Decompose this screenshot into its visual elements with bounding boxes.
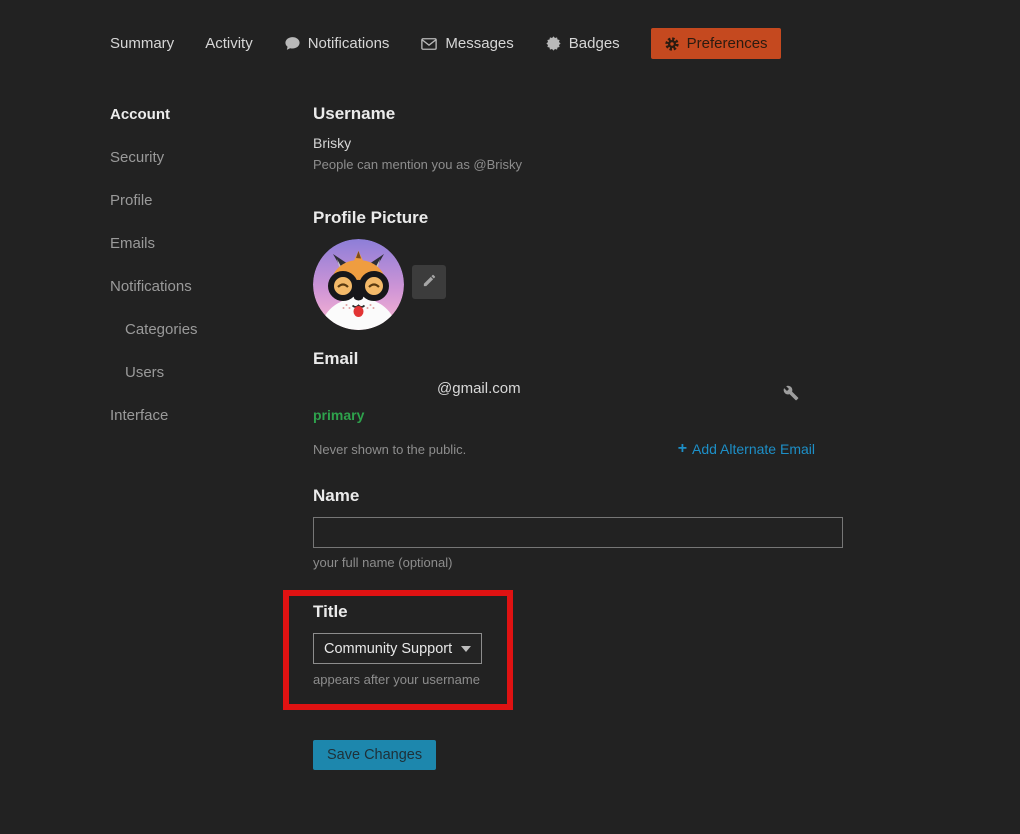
preferences-sidebar: Account Security Profile Emails Notifica…: [110, 106, 198, 450]
sidebar-item-emails[interactable]: Emails: [110, 235, 198, 253]
username-hint: People can mention you as @Brisky: [313, 157, 843, 172]
save-section: Save Changes: [313, 740, 843, 770]
tab-notifications-label: Notifications: [308, 35, 390, 52]
chevron-down-icon: [461, 646, 471, 652]
email-value: @gmail.com: [437, 380, 521, 397]
user-nav: Summary Activity Notifications Messages …: [110, 28, 781, 59]
username-value: Brisky: [313, 135, 843, 151]
email-heading: Email: [313, 349, 843, 369]
add-alternate-email-link[interactable]: + Add Alternate Email: [678, 440, 815, 458]
gear-icon: [664, 36, 680, 52]
save-changes-button[interactable]: Save Changes: [313, 740, 436, 770]
add-alternate-email-label: Add Alternate Email: [692, 441, 815, 457]
sidebar-item-users[interactable]: Users: [125, 364, 198, 382]
email-section: Email @gmail.com primary Never shown to …: [313, 349, 843, 458]
username-section: Username Brisky People can mention you a…: [313, 104, 843, 172]
edit-avatar-button[interactable]: [412, 265, 446, 299]
sidebar-item-categories[interactable]: Categories: [125, 321, 198, 339]
tab-preferences-label: Preferences: [687, 35, 768, 52]
primary-email-badge: primary: [313, 407, 843, 423]
tab-badges[interactable]: Badges: [545, 35, 620, 52]
sidebar-item-interface[interactable]: Interface: [110, 407, 198, 425]
tab-preferences[interactable]: Preferences: [651, 28, 781, 59]
title-section: Title Community Support appears after yo…: [313, 602, 843, 687]
name-heading: Name: [313, 486, 843, 506]
tab-messages-label: Messages: [445, 35, 513, 52]
tab-activity-label: Activity: [205, 35, 253, 52]
tab-activity[interactable]: Activity: [205, 35, 253, 52]
title-selected-value: Community Support: [324, 641, 452, 657]
pencil-icon: [422, 273, 437, 291]
comment-icon: [284, 35, 301, 52]
name-section: Name your full name (optional): [313, 486, 843, 570]
title-select[interactable]: Community Support: [313, 633, 482, 664]
manage-email-button[interactable]: [783, 385, 799, 404]
tab-summary-label: Summary: [110, 35, 174, 52]
tab-badges-label: Badges: [569, 35, 620, 52]
title-heading: Title: [313, 602, 843, 622]
title-hint: appears after your username: [313, 672, 843, 687]
profile-picture-section: Profile Picture: [313, 208, 843, 330]
envelope-icon: [420, 36, 438, 52]
plus-icon: +: [678, 440, 687, 458]
name-hint: your full name (optional): [313, 555, 843, 570]
sidebar-item-security[interactable]: Security: [110, 149, 198, 167]
wrench-icon: [783, 389, 799, 404]
sidebar-item-profile[interactable]: Profile: [110, 192, 198, 210]
tab-messages[interactable]: Messages: [420, 35, 513, 52]
tab-notifications[interactable]: Notifications: [284, 35, 390, 52]
certificate-icon: [545, 35, 562, 52]
tab-summary[interactable]: Summary: [110, 35, 174, 52]
sidebar-item-account[interactable]: Account: [110, 106, 198, 124]
full-name-input[interactable]: [313, 517, 843, 548]
username-heading: Username: [313, 104, 843, 124]
sidebar-item-notifications[interactable]: Notifications: [110, 278, 198, 296]
email-hint: Never shown to the public.: [313, 442, 466, 457]
avatar: [313, 239, 404, 330]
profile-picture-heading: Profile Picture: [313, 208, 843, 228]
